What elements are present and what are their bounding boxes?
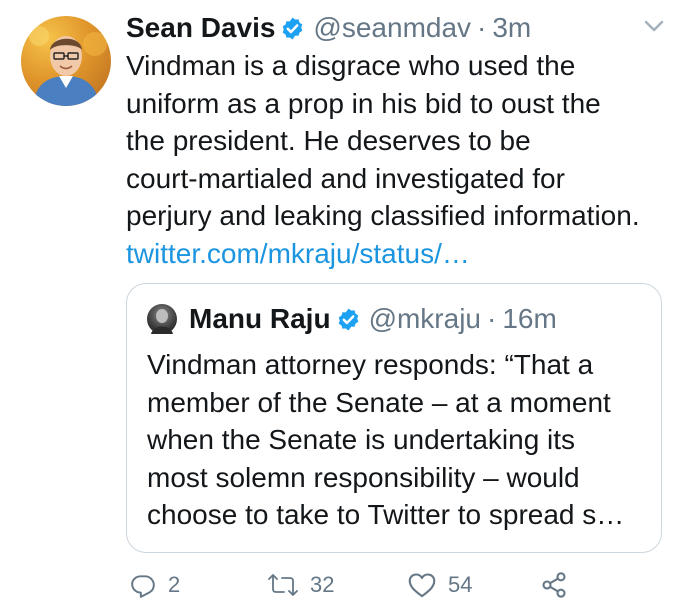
author-avatar[interactable]	[21, 16, 111, 106]
quote-text: Vindman attorney responds: “That a membe…	[147, 349, 625, 531]
reply-icon	[131, 575, 155, 598]
avatar-image	[29, 26, 107, 106]
share-icon	[542, 572, 566, 598]
retweet-count: 32	[310, 572, 335, 597]
share-button[interactable]	[540, 567, 580, 603]
tweet-link[interactable]: twitter.com/mkraju/status/…	[126, 235, 470, 273]
quote-author-avatar	[147, 304, 177, 334]
separator-dot: ·	[487, 303, 497, 334]
quote-avatar-image	[151, 309, 173, 334]
reply-button[interactable]: 2	[130, 567, 180, 603]
tweet-time[interactable]: 3m	[492, 12, 531, 44]
like-button[interactable]: 54	[408, 567, 472, 603]
quote-time: 16m	[502, 303, 557, 334]
tweet-header: Sean Davis @seanmdav · 3m	[126, 8, 531, 48]
retweet-button[interactable]: 32	[268, 567, 334, 603]
quote-header: Manu Raju @mkraju · 16m	[189, 300, 557, 338]
quote-author-name: Manu Raju	[189, 303, 331, 334]
author-handle[interactable]: @seanmdav	[313, 12, 471, 44]
tweet-text: Vindman is a disgrace who used the unifo…	[126, 50, 640, 232]
quoted-tweet[interactable]: Manu Raju @mkraju · 16m Vindman attorney…	[126, 283, 662, 553]
action-bar: 2 32 54	[0, 567, 680, 607]
author-name[interactable]: Sean Davis	[126, 12, 275, 44]
retweet-icon	[268, 574, 298, 596]
separator-dot: ·	[477, 12, 487, 43]
like-icon	[408, 573, 436, 598]
verified-badge-icon	[283, 17, 303, 39]
reply-count: 2	[168, 572, 181, 597]
like-count: 54	[448, 572, 473, 597]
verified-badge-icon	[338, 308, 358, 330]
chevron-down-icon[interactable]	[641, 16, 667, 36]
quote-author-handle: @mkraju	[368, 303, 481, 334]
